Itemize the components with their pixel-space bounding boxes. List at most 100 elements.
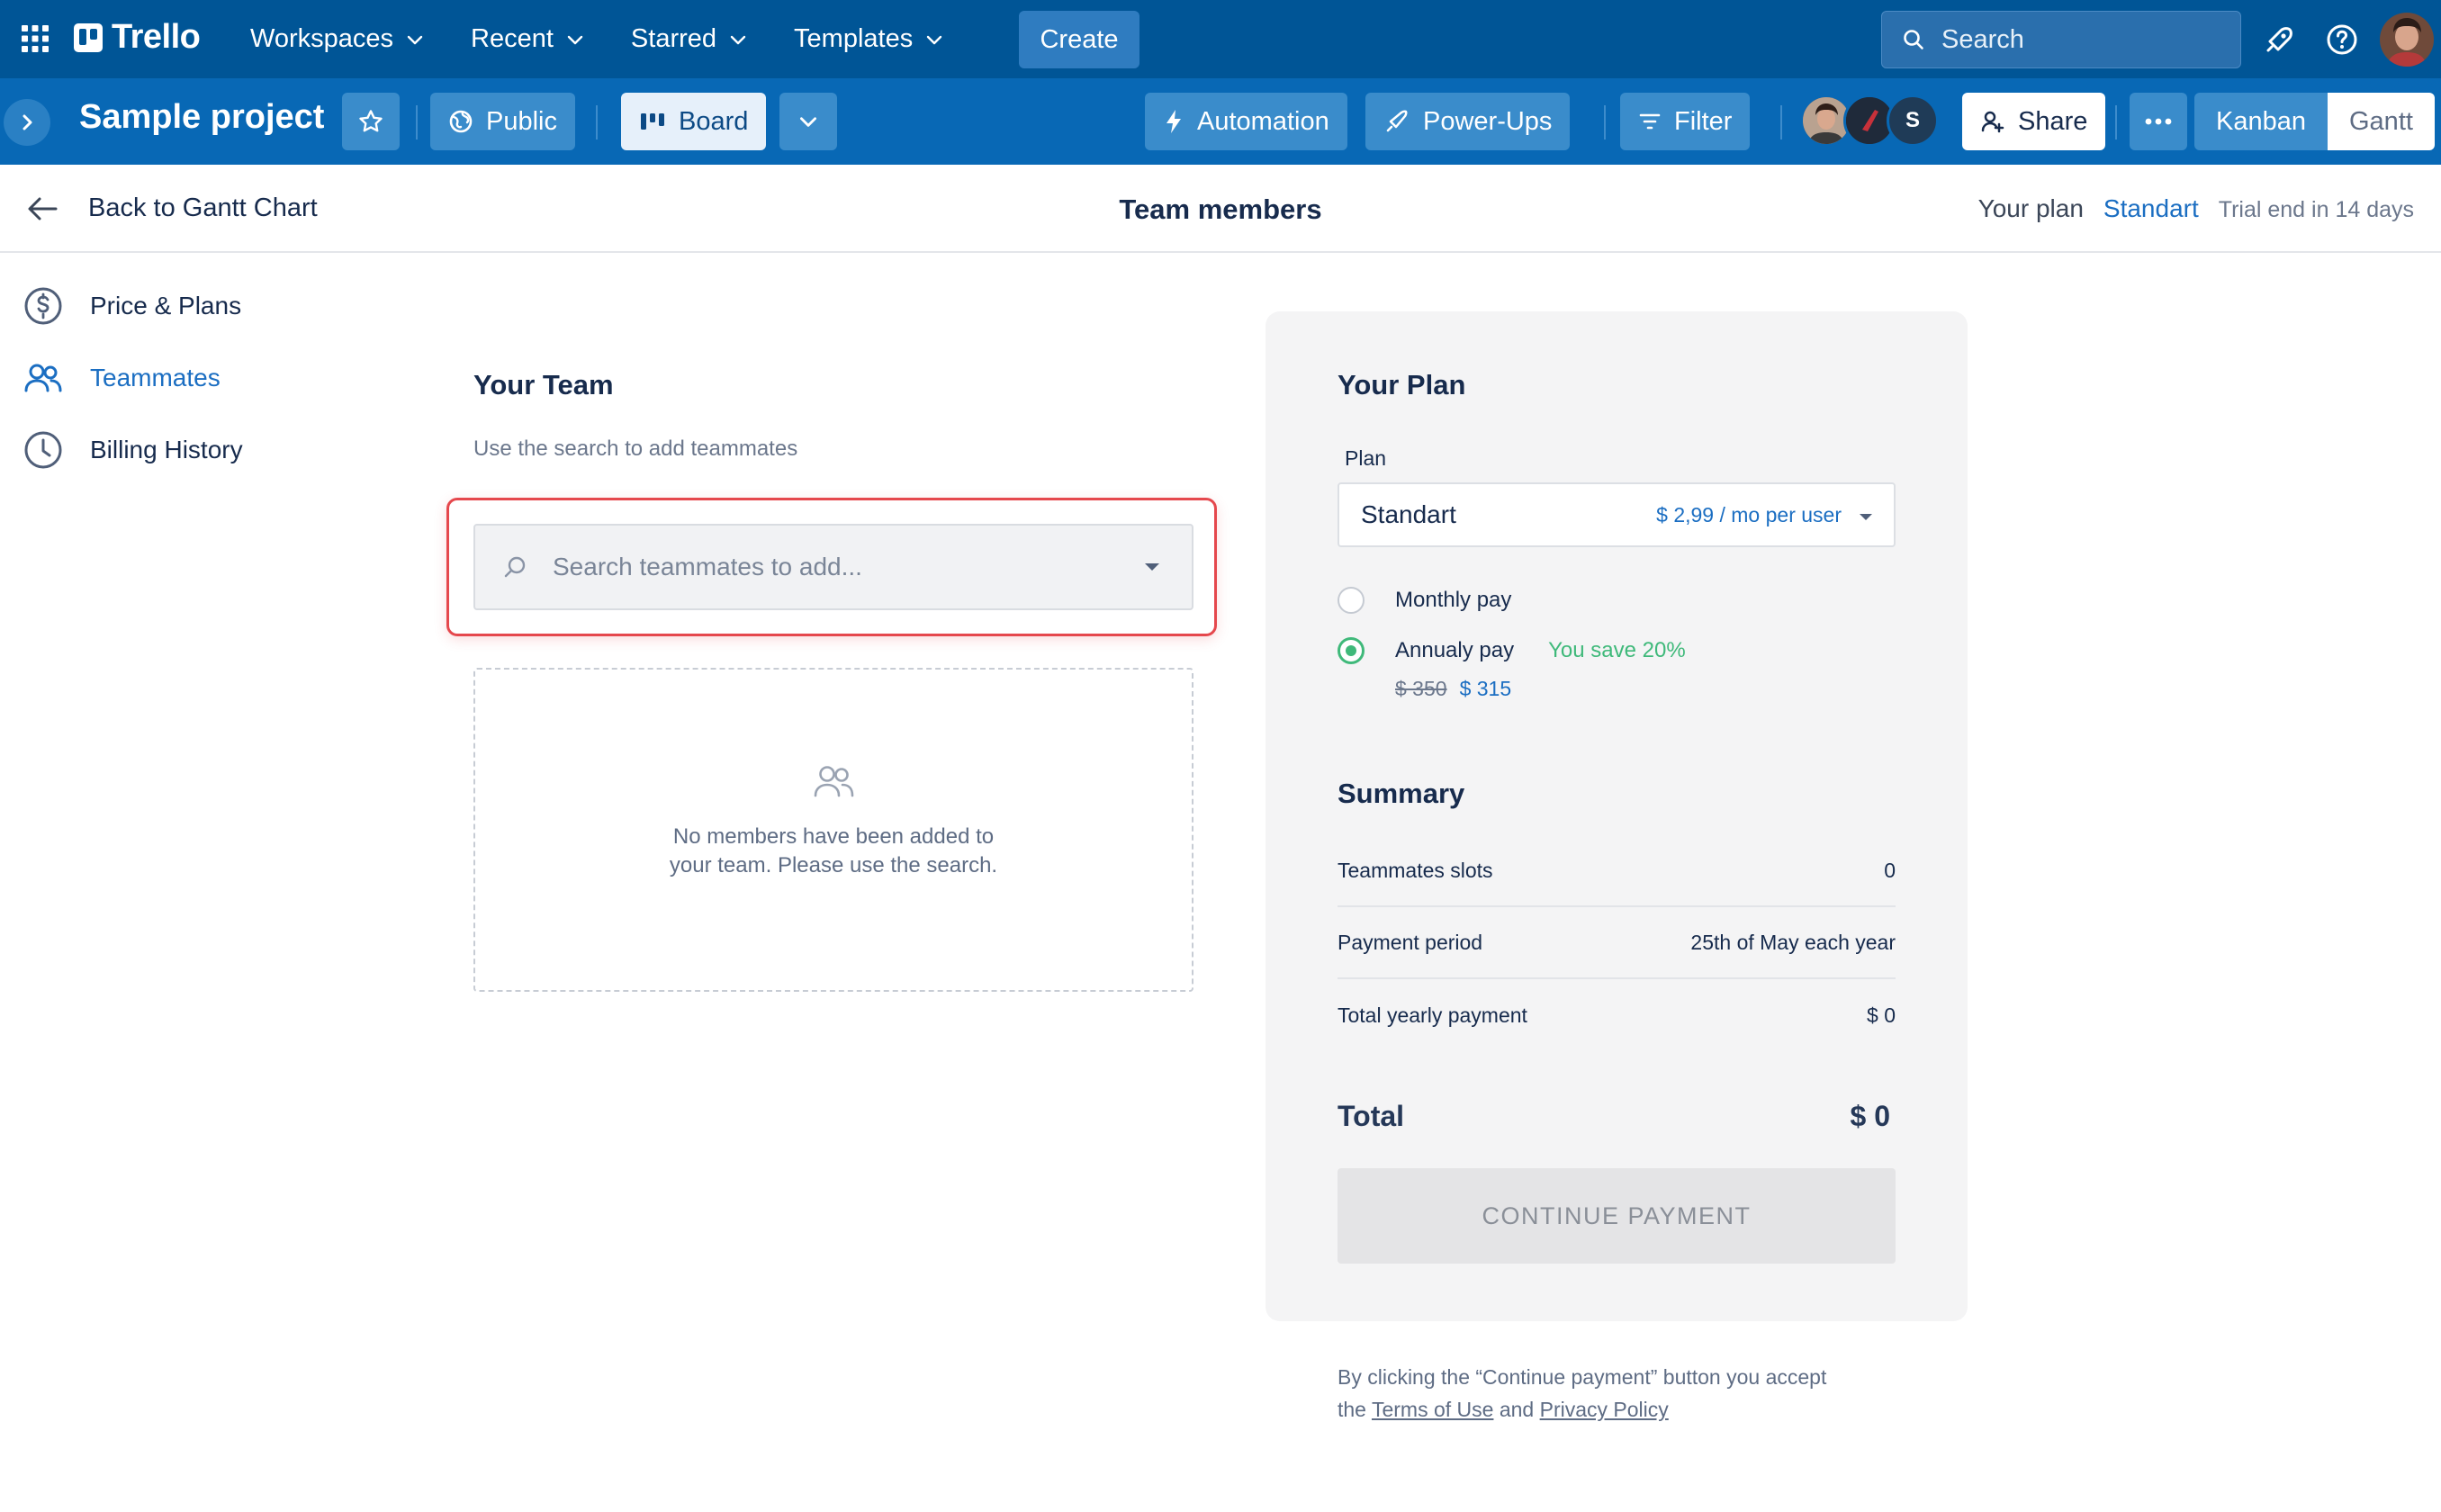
trello-logo-icon [74,22,103,52]
legal-notice: By clicking the “Continue payment” butto… [1338,1361,1842,1426]
search-icon [1904,30,1923,50]
share-button[interactable]: Share [1962,93,2106,150]
sidebar-item-label: Teammates [90,364,221,392]
add-person-icon [1981,111,2004,133]
team-members-empty-state: No members have been added to your team.… [473,668,1193,992]
summary-row-value: 0 [1884,858,1896,882]
nav-starred[interactable]: Starred [615,13,765,67]
divider [416,105,418,140]
summary-row-value: 25th of May each year [1690,930,1896,954]
rocket-icon [1386,110,1408,132]
privacy-policy-link[interactable]: Privacy Policy [1540,1398,1669,1421]
old-price: $ 350 [1395,677,1447,700]
global-search-placeholder: Search [1941,24,2024,54]
trial-remaining-text: Trial end in 14 days [2218,197,2414,222]
annual-pay-radio[interactable] [1338,637,1365,664]
teammate-search-field[interactable] [473,524,1193,610]
clock-icon [24,431,62,469]
sidebar-expand-button[interactable] [4,99,50,146]
create-button[interactable]: Create [1019,11,1139,68]
summary-row: Payment period 25th of May each year [1338,907,1896,979]
sidebar-item-label: Billing History [90,436,243,464]
page-header: Team members Back to Gantt Chart Your pl… [0,165,2441,253]
caret-down-icon[interactable] [1145,563,1159,571]
visibility-button[interactable]: Public [430,93,575,150]
kanban-view-tab[interactable]: Kanban [2194,93,2328,150]
plan-select-dropdown[interactable]: Standart $ 2,99 / mo per user [1338,482,1896,547]
divider [1780,105,1782,140]
star-icon [359,110,383,132]
monthly-pay-option[interactable]: Monthly pay [1338,587,1511,614]
sidebar-item-label: Price & Plans [90,292,242,320]
back-to-gantt-link[interactable]: Back to Gantt Chart [25,194,318,223]
your-team-heading: Your Team [473,369,614,400]
nav-templates[interactable]: Templates [778,13,961,67]
caret-down-icon [1860,514,1872,520]
summary-row: Teammates slots 0 [1338,835,1896,907]
user-avatar-image [2380,13,2434,67]
filter-button[interactable]: Filter [1620,93,1751,150]
annual-pay-label: Annualy pay [1395,638,1515,662]
board-header: Sample project Public Board Automation P… [0,78,2441,165]
app-switcher-icon[interactable] [20,23,50,54]
summary-row-label: Payment period [1338,930,1483,954]
power-ups-button[interactable]: Power-Ups [1365,93,1571,150]
board-title[interactable]: Sample project [79,98,324,137]
dollar-circle-icon [24,287,62,325]
your-plan-heading: Your Plan [1338,369,1466,400]
automation-label: Automation [1197,106,1329,136]
help-icon[interactable] [2324,22,2360,58]
sidebar-item-price-plans[interactable]: Price & Plans [23,286,243,326]
global-search-input[interactable]: Search [1881,11,2241,68]
your-team-hint: Use the search to add teammates [473,436,798,461]
discounted-price: $ 315 [1459,677,1512,700]
chevron-right-icon [23,114,32,130]
summary-row-label: Teammates slots [1338,858,1493,882]
terms-of-use-link[interactable]: Terms of Use [1372,1398,1493,1421]
annual-savings-badge: You save 20% [1548,638,1686,662]
your-plan-value-link[interactable]: Standart [2103,194,2199,223]
summary-row-value: $ 0 [1867,1003,1896,1027]
board-view-label: Board [679,106,749,136]
gantt-view-tab[interactable]: Gantt [2328,93,2435,150]
continue-payment-button[interactable]: CONTINUE PAYMENT [1338,1168,1896,1264]
board-columns-icon [641,113,664,130]
users-icon [24,364,62,392]
monthly-pay-label: Monthly pay [1395,588,1512,612]
trello-logo[interactable]: Trello [74,18,201,57]
nav-templates-label: Templates [794,24,914,53]
member-avatar-initial[interactable]: S [1887,94,1939,147]
monthly-pay-radio[interactable] [1338,587,1365,614]
chevron-down-icon [567,35,583,44]
total-value: $ 0 [1850,1100,1890,1132]
sidebar-item-billing-history[interactable]: Billing History [23,430,243,470]
more-options-button[interactable] [2130,93,2187,150]
divider [2115,105,2117,140]
selected-plan-name: Standart [1361,500,1456,528]
board-view-button[interactable]: Board [621,93,767,150]
nav-workspaces[interactable]: Workspaces [234,13,442,67]
automation-button[interactable]: Automation [1145,93,1347,150]
board-members: S [1800,94,1939,147]
filter-label: Filter [1674,106,1733,136]
more-horizontal-icon [2145,118,2172,125]
view-switcher-dropdown[interactable] [779,93,837,150]
arrow-left-icon [28,197,58,220]
total-row: Total $ 0 [1338,1100,1896,1133]
lightning-icon [1166,110,1181,133]
nav-workspaces-label: Workspaces [250,24,394,53]
star-board-button[interactable] [342,93,400,150]
current-plan-info: Your plan Standart Trial end in 14 days [1978,194,2414,223]
plan-field-label: Plan [1345,446,1387,470]
teammate-search-input[interactable] [553,553,1111,581]
notifications-icon[interactable] [2261,22,2297,58]
chevron-down-icon [927,35,942,44]
sidebar-item-teammates[interactable]: Teammates [23,358,243,398]
view-toggle: Kanban Gantt [2194,93,2435,150]
nav-starred-label: Starred [630,24,717,53]
globe-icon [449,110,473,133]
filter-icon [1639,113,1661,130]
user-avatar[interactable] [2380,13,2434,67]
annual-pay-option[interactable]: Annualy pay You save 20% [1338,637,1686,664]
nav-recent[interactable]: Recent [455,13,602,67]
